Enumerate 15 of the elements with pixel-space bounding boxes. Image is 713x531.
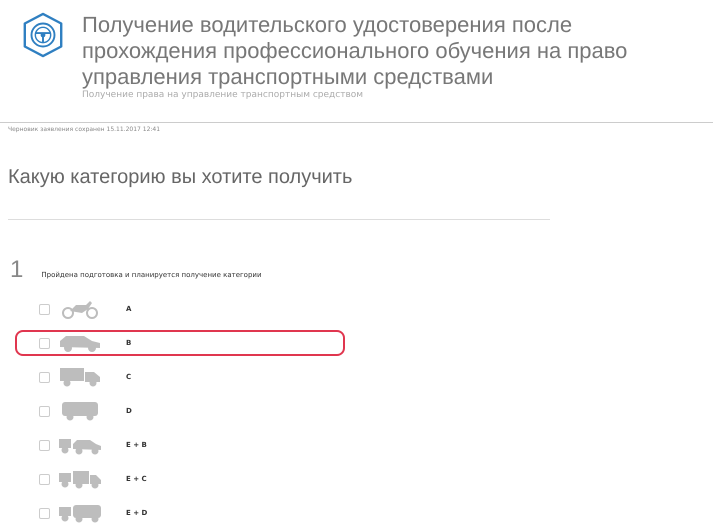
checkbox[interactable]	[39, 406, 50, 416]
page-subtitle: Получение права на управление транспортным средством	[82, 90, 364, 100]
checkbox[interactable]	[39, 338, 50, 348]
checkbox[interactable]	[39, 304, 50, 314]
checkbox[interactable]	[39, 440, 50, 450]
step-number: 1	[10, 256, 24, 284]
bus-with-trailer-icon	[58, 503, 102, 523]
section-heading: Какую категорию вы хотите получить	[7, 165, 354, 189]
page-title: Получение водительского удостоверения после прохождения профессионального обучения на право управления транспортными средствами	[82, 12, 628, 90]
truck-with-trailer-icon	[58, 469, 102, 489]
checkbox[interactable]	[39, 508, 50, 518]
truck-icon	[58, 367, 102, 387]
checkbox[interactable]	[39, 372, 50, 382]
car-icon	[58, 333, 102, 353]
checkbox[interactable]	[39, 474, 50, 484]
